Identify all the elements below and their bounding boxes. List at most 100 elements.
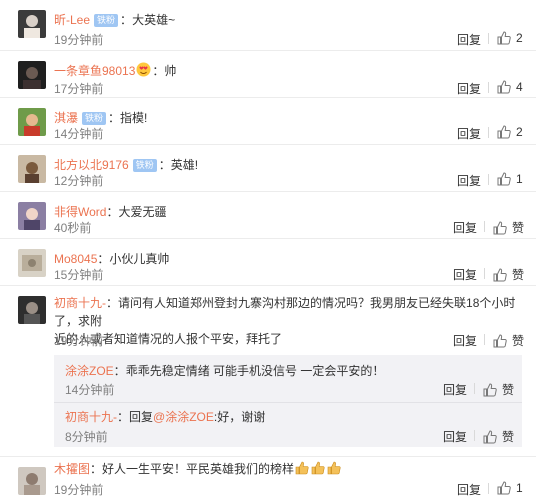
- reply-button[interactable]: 回复: [443, 381, 467, 398]
- comment-text-line-1: 请问有人知道郑州登封九寨沟村那边的情况吗？我男朋友已经失联18个小时了，求附: [54, 296, 516, 328]
- heart-eyes-emoji-icon: [136, 62, 151, 82]
- thumbs-up-icon: [497, 31, 511, 45]
- like-button[interactable]: 赞: [493, 219, 524, 236]
- thumbs-up-icon: [497, 80, 511, 94]
- avatar[interactable]: [18, 155, 46, 183]
- reply-button[interactable]: 回复: [443, 428, 467, 445]
- separator: ：: [106, 205, 119, 219]
- divider: [488, 174, 489, 185]
- reply-button[interactable]: 回复: [453, 332, 477, 349]
- comment-content: 一条章鱼98013 ：帅: [54, 62, 524, 82]
- username-link[interactable]: 淇瀑: [54, 111, 78, 125]
- sub-reply-time: 8分钟前: [65, 430, 108, 444]
- comment-content: 北方以北9176 铁粉 ：英雄!: [54, 156, 524, 174]
- username-link[interactable]: 初商十九-: [65, 410, 117, 424]
- separator: ：: [106, 296, 119, 310]
- username-link[interactable]: 木攉图: [54, 462, 90, 476]
- separator: ：: [117, 410, 130, 424]
- comment-content: 淇瀑 铁粉 ：指模!: [54, 109, 524, 127]
- reply-button[interactable]: 回复: [457, 125, 481, 142]
- divider: [488, 483, 489, 494]
- like-button[interactable]: 4: [497, 80, 523, 94]
- separator: ：: [113, 364, 126, 378]
- fan-badge: 铁粉: [132, 159, 157, 172]
- like-button[interactable]: 2: [497, 125, 523, 139]
- fan-badge: 铁粉: [94, 14, 119, 27]
- like-count: 1: [516, 481, 523, 495]
- reply-button[interactable]: 回复: [457, 172, 481, 189]
- like-label: 赞: [502, 430, 515, 444]
- reply-button[interactable]: 回复: [453, 219, 477, 236]
- comment-content: 木攉图：好人一生平安！平民英雄我们的榜样: [54, 460, 524, 480]
- comment-time: 19分钟前: [54, 334, 104, 348]
- comment-item: 一条章鱼98013 ：帅 17分钟前 回复 4: [0, 51, 536, 98]
- thumbs-up-icon: [497, 172, 511, 186]
- comment-time: 15分钟前: [54, 268, 104, 282]
- divider: [484, 221, 485, 232]
- comment-time: 40秒前: [54, 221, 92, 235]
- avatar[interactable]: [18, 202, 46, 230]
- avatar[interactable]: [18, 467, 46, 495]
- separator: ：: [108, 111, 121, 125]
- avatar[interactable]: [18, 249, 46, 277]
- like-button[interactable]: 赞: [483, 428, 514, 445]
- sub-reply-item: 初商十九-：回复@涂涂ZOE:好，谢谢 8分钟前 回复 赞: [54, 403, 522, 447]
- separator: ：: [120, 13, 133, 27]
- thumbs-up-icon: [483, 383, 497, 397]
- like-count: 1: [516, 172, 523, 186]
- thumbs-up-emoji-icon: [295, 461, 309, 480]
- comment-time: 17分钟前: [54, 82, 104, 96]
- fan-badge: 铁粉: [82, 112, 107, 125]
- sub-reply-content: 初商十九-：回复@涂涂ZOE:好，谢谢: [65, 409, 265, 425]
- reply-button[interactable]: 回复: [457, 80, 481, 97]
- avatar[interactable]: [18, 108, 46, 136]
- username-link[interactable]: 一条章鱼98013: [54, 64, 135, 78]
- reply-prefix: 回复: [129, 410, 154, 424]
- like-count: 4: [516, 80, 523, 94]
- comment-text: 大爱无疆: [118, 205, 167, 219]
- comment-text: 小伙儿真帅: [109, 252, 170, 266]
- reply-button[interactable]: 回复: [457, 31, 481, 48]
- mention-link[interactable]: @涂涂ZOE: [153, 410, 214, 424]
- username-link[interactable]: 初商十九-: [54, 296, 106, 310]
- username-link[interactable]: 北方以北9176: [54, 158, 129, 172]
- username-link[interactable]: 昕-Lee: [54, 13, 90, 27]
- like-button[interactable]: 赞: [483, 381, 514, 398]
- like-button[interactable]: 赞: [493, 266, 524, 283]
- username-link[interactable]: Mo8045: [54, 252, 97, 266]
- like-count: 2: [516, 125, 523, 139]
- avatar[interactable]: [18, 296, 46, 324]
- like-button[interactable]: 2: [497, 31, 523, 45]
- like-button[interactable]: 1: [497, 172, 523, 186]
- comment-text: 英雄!: [170, 158, 199, 172]
- comment-item: 木攉图：好人一生平安！平民英雄我们的榜样 19分钟前 回复 1: [0, 457, 536, 504]
- like-label: 赞: [512, 268, 525, 282]
- reply-button[interactable]: 回复: [457, 481, 481, 498]
- avatar[interactable]: [18, 61, 46, 89]
- separator: ：: [158, 158, 171, 172]
- comment-list: 昕-Lee 铁粉 ：大英雄~ 19分钟前 回复 2 一条章鱼98013 ：帅 17分钟…: [0, 0, 536, 504]
- like-button[interactable]: 1: [497, 481, 523, 495]
- thumbs-up-icon: [493, 268, 507, 282]
- reply-button[interactable]: 回复: [453, 266, 477, 283]
- username-link[interactable]: 涂涂ZOE: [65, 364, 114, 378]
- sub-reply-content: 涂涂ZOE：乖乖先稳定情绪 可能手机没信号 一定会平安的！: [65, 363, 384, 379]
- sub-reply-text: 乖乖先稳定情绪 可能手机没信号 一定会平安的！: [125, 364, 385, 378]
- comment-content: 昕-Lee 铁粉 ：大英雄~: [54, 11, 524, 29]
- thumbs-up-emoji-icon: [327, 461, 341, 480]
- comment-time: 14分钟前: [54, 127, 104, 141]
- avatar[interactable]: [18, 10, 46, 38]
- separator: ：: [97, 252, 110, 266]
- comment-item: Mo8045：小伙儿真帅 15分钟前 回复 赞: [0, 239, 536, 286]
- like-label: 赞: [512, 334, 525, 348]
- sub-reply-time: 14分钟前: [65, 383, 115, 397]
- username-link[interactable]: 非得Word: [54, 205, 106, 219]
- comment-time: 19分钟前: [54, 33, 104, 47]
- comment-item: 淇瀑 铁粉 ：指模! 14分钟前 回复 2: [0, 98, 536, 145]
- thumbs-up-icon: [483, 430, 497, 444]
- comment-item: 非得Word：大爱无疆 40秒前 回复 赞: [0, 192, 536, 239]
- thumbs-up-icon: [493, 221, 507, 235]
- like-button[interactable]: 赞: [493, 332, 524, 349]
- like-count: 2: [516, 31, 523, 45]
- like-label: 赞: [512, 221, 525, 235]
